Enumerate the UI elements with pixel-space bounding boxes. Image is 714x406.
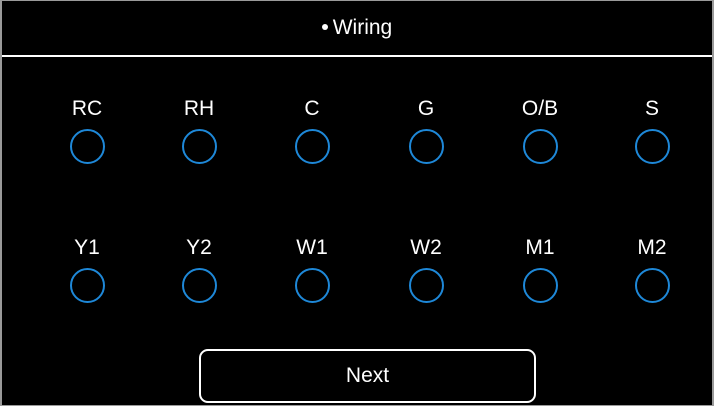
terminal-checkbox[interactable] (634, 268, 670, 303)
terminal-ob[interactable]: O/B (500, 97, 580, 164)
terminal-m2[interactable]: M2 (612, 236, 692, 303)
terminal-label: O/B (521, 97, 559, 120)
terminal-checkbox[interactable] (294, 268, 330, 303)
terminal-checkbox[interactable] (69, 129, 105, 164)
terminal-label: M1 (525, 236, 555, 259)
terminal-checkbox[interactable] (634, 129, 670, 164)
terminal-checkbox[interactable] (408, 129, 444, 164)
terminal-g[interactable]: G (386, 97, 466, 164)
terminal-m1[interactable]: M1 (500, 236, 580, 303)
terminal-s[interactable]: S (612, 97, 692, 164)
terminal-label: M2 (637, 236, 667, 259)
terminal-label: RC (71, 97, 103, 120)
terminal-label: W2 (410, 236, 442, 259)
terminal-w1[interactable]: W1 (272, 236, 352, 303)
terminal-checkbox[interactable] (522, 268, 558, 303)
terminal-rh[interactable]: RH (159, 97, 239, 164)
terminal-label: RH (183, 97, 215, 120)
terminal-label: Y2 (186, 236, 212, 259)
terminal-y1[interactable]: Y1 (47, 236, 127, 303)
terminal-y2[interactable]: Y2 (159, 236, 239, 303)
terminal-rc[interactable]: RC (47, 97, 127, 164)
terminal-checkbox[interactable] (294, 129, 330, 164)
terminal-checkbox[interactable] (522, 129, 558, 164)
wiring-screen: Wiring RC RH C G O/B S Y1 Y2 W1 W2 M1 M2… (0, 0, 714, 406)
page-title: Wiring (332, 16, 393, 39)
bullet-icon (321, 24, 328, 30)
terminal-checkbox[interactable] (69, 268, 105, 303)
terminal-w2[interactable]: W2 (386, 236, 466, 303)
header-bar: Wiring (2, 1, 712, 57)
terminal-label: G (417, 97, 435, 120)
terminal-checkbox[interactable] (181, 268, 217, 303)
terminal-c[interactable]: C (272, 97, 352, 164)
terminal-checkbox[interactable] (181, 129, 217, 164)
terminal-checkbox[interactable] (408, 268, 444, 303)
terminal-label: Y1 (74, 236, 100, 259)
terminal-label: C (304, 97, 320, 120)
next-button[interactable]: Next (199, 349, 536, 403)
terminal-label: S (644, 97, 659, 120)
terminal-label: W1 (296, 236, 328, 259)
